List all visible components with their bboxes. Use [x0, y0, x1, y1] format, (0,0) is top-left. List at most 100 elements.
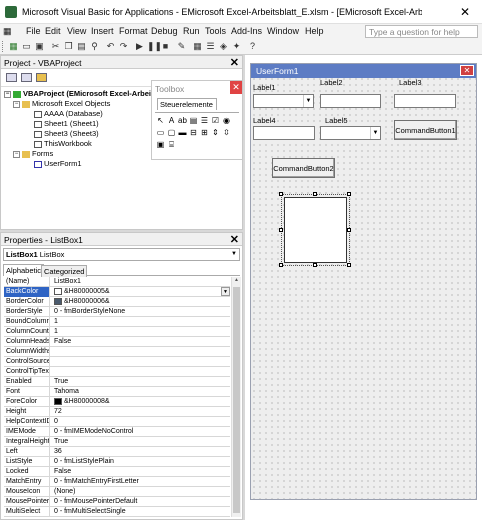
property-value[interactable]: 0 - fmMousePointerDefault: [52, 497, 230, 507]
property-value[interactable]: False: [52, 337, 230, 347]
resize-handle[interactable]: [279, 263, 283, 267]
reset-icon[interactable]: ■: [160, 41, 171, 52]
property-value[interactable]: 0: [52, 417, 230, 427]
tree-item-excel-objects[interactable]: − Microsoft Excel Objects: [13, 99, 110, 108]
textbox-tool-icon[interactable]: ab: [177, 116, 188, 126]
insert-userform-icon[interactable]: ▭: [21, 41, 32, 52]
property-row-matchentry[interactable]: MatchEntry 0 - fmMatchEntryFirstLetter: [4, 477, 230, 487]
property-row-font[interactable]: Font Tahoma: [4, 387, 230, 397]
menu-file[interactable]: File: [26, 26, 41, 36]
tree-item-vbaproject[interactable]: − VBAProject (EMicrosoft Excel-Arbeitsbl: [4, 89, 164, 98]
property-row-integralheight[interactable]: IntegralHeight True: [4, 437, 230, 447]
togglebutton-tool-icon[interactable]: ▭: [155, 128, 166, 138]
property-row-bordercolor[interactable]: BorderColor &H80000006&: [4, 297, 230, 307]
property-row-multiselect[interactable]: MultiSelect 0 - fmMultiSelectSingle: [4, 507, 230, 517]
property-value[interactable]: 36: [52, 447, 230, 457]
property-row-backcolor[interactable]: BackColor &H80000005& ▼: [4, 287, 230, 297]
property-value[interactable]: 0 - fmIMEModeNoControl: [52, 427, 230, 437]
collapse-icon[interactable]: −: [13, 150, 20, 158]
label4[interactable]: Label4: [253, 116, 276, 125]
excel-icon[interactable]: ▦: [8, 41, 19, 52]
combobox2[interactable]: ▼: [320, 126, 381, 140]
resize-handle[interactable]: [347, 228, 351, 232]
menu-edit[interactable]: Edit: [45, 26, 61, 36]
listbox1[interactable]: [284, 197, 347, 263]
menu-view[interactable]: View: [67, 26, 86, 36]
multipage-tool-icon[interactable]: ⊞: [199, 128, 210, 138]
property-row-height[interactable]: Height 72: [4, 407, 230, 417]
tree-item-aaaa[interactable]: AAAA (Database): [34, 109, 103, 118]
ask-question-input[interactable]: Type a question for help: [365, 25, 478, 38]
collapse-icon[interactable]: −: [13, 100, 20, 108]
property-row-locked[interactable]: Locked False: [4, 467, 230, 477]
properties-scrollbar[interactable]: ▲: [231, 277, 241, 517]
property-value[interactable]: ListBox1: [52, 277, 230, 287]
property-value[interactable]: [52, 347, 230, 357]
select-pointer-icon[interactable]: ↖: [155, 116, 166, 126]
excel-view-icon[interactable]: ▦: [3, 26, 12, 37]
close-icon[interactable]: ✕: [230, 233, 239, 246]
scrollbar-thumb[interactable]: [233, 287, 240, 513]
property-row-name[interactable]: (Name) ListBox1: [4, 277, 230, 287]
scroll-up-icon[interactable]: ▲: [232, 277, 241, 286]
menu-help[interactable]: Help: [305, 26, 324, 36]
textbox1[interactable]: [320, 94, 381, 108]
project-explorer-icon[interactable]: ▦: [192, 41, 203, 52]
property-value[interactable]: [52, 357, 230, 367]
frame-tool-icon[interactable]: ▢: [166, 128, 177, 138]
toolbox-close-icon[interactable]: ✕: [230, 81, 242, 94]
combobox-tool-icon[interactable]: ▤: [188, 116, 199, 126]
property-row-borderstyle[interactable]: BorderStyle 0 - fmBorderStyleNone: [4, 307, 230, 317]
property-row-boundcolumn[interactable]: BoundColumn 1: [4, 317, 230, 327]
copy-icon[interactable]: ❐: [63, 41, 74, 52]
menu-run[interactable]: Run: [183, 26, 200, 36]
object-browser-icon[interactable]: ◈: [218, 41, 229, 52]
checkbox-tool-icon[interactable]: ☑: [210, 116, 221, 126]
resize-handle[interactable]: [347, 192, 351, 196]
textbox2[interactable]: [394, 94, 456, 108]
tree-item-userform1[interactable]: UserForm1: [34, 159, 82, 168]
toolbar-grip[interactable]: [2, 41, 5, 52]
label-tool-icon[interactable]: A: [166, 116, 177, 126]
property-row-left[interactable]: Left 36: [4, 447, 230, 457]
property-value[interactable]: (None): [52, 487, 230, 497]
label3[interactable]: Label3: [399, 78, 422, 87]
property-row-controlsource[interactable]: ControlSource: [4, 357, 230, 367]
property-row-mouseicon[interactable]: MouseIcon (None): [4, 487, 230, 497]
tree-item-sheet3[interactable]: Sheet3 (Sheet3): [34, 129, 99, 138]
commandbutton1[interactable]: CommandButton1: [394, 120, 457, 140]
paste-icon[interactable]: ▤: [76, 41, 87, 52]
property-value[interactable]: 0 - fmMultiSelectSingle: [52, 507, 230, 517]
chevron-down-icon[interactable]: ▼: [370, 127, 380, 139]
property-value[interactable]: True: [52, 377, 230, 387]
property-value[interactable]: True: [52, 437, 230, 447]
tab-alphabetic[interactable]: Alphabetic: [3, 264, 45, 276]
textbox3[interactable]: [253, 126, 315, 140]
toggle-folders-icon[interactable]: [36, 73, 47, 82]
property-value[interactable]: &H80000008&: [52, 397, 230, 407]
menu-insert[interactable]: Insert: [91, 26, 114, 36]
resize-handle[interactable]: [347, 263, 351, 267]
view-code-icon[interactable]: [6, 73, 17, 82]
menu-debug[interactable]: Debug: [151, 26, 178, 36]
listbox-tool-icon[interactable]: ☰: [199, 116, 210, 126]
property-row-columnheads[interactable]: ColumnHeads False: [4, 337, 230, 347]
property-row-liststyle[interactable]: ListStyle 0 - fmListStylePlain: [4, 457, 230, 467]
property-value[interactable]: &H80000006&: [52, 297, 230, 307]
property-row-columnwidths[interactable]: ColumnWidths: [4, 347, 230, 357]
property-row-imemode[interactable]: IMEMode 0 - fmIMEModeNoControl: [4, 427, 230, 437]
combobox1[interactable]: ▼: [253, 94, 314, 108]
menu-format[interactable]: Format: [119, 26, 148, 36]
redo-icon[interactable]: ↷: [118, 41, 129, 52]
menu-window[interactable]: Window: [267, 26, 299, 36]
property-value[interactable]: 0 - fmListStylePlain: [52, 457, 230, 467]
close-icon[interactable]: ✕: [460, 65, 474, 76]
chevron-down-icon[interactable]: ▼: [229, 249, 239, 260]
menu-tools[interactable]: Tools: [205, 26, 226, 36]
property-value[interactable]: &H80000005& ▼: [52, 287, 230, 297]
undo-icon[interactable]: ↶: [105, 41, 116, 52]
toolbox-icon[interactable]: ✦: [231, 41, 242, 52]
commandbutton2[interactable]: CommandButton2: [272, 158, 335, 178]
property-row-forecolor[interactable]: ForeColor &H80000008&: [4, 397, 230, 407]
toolbox-titlebar[interactable]: Toolbox ✕: [152, 81, 242, 95]
